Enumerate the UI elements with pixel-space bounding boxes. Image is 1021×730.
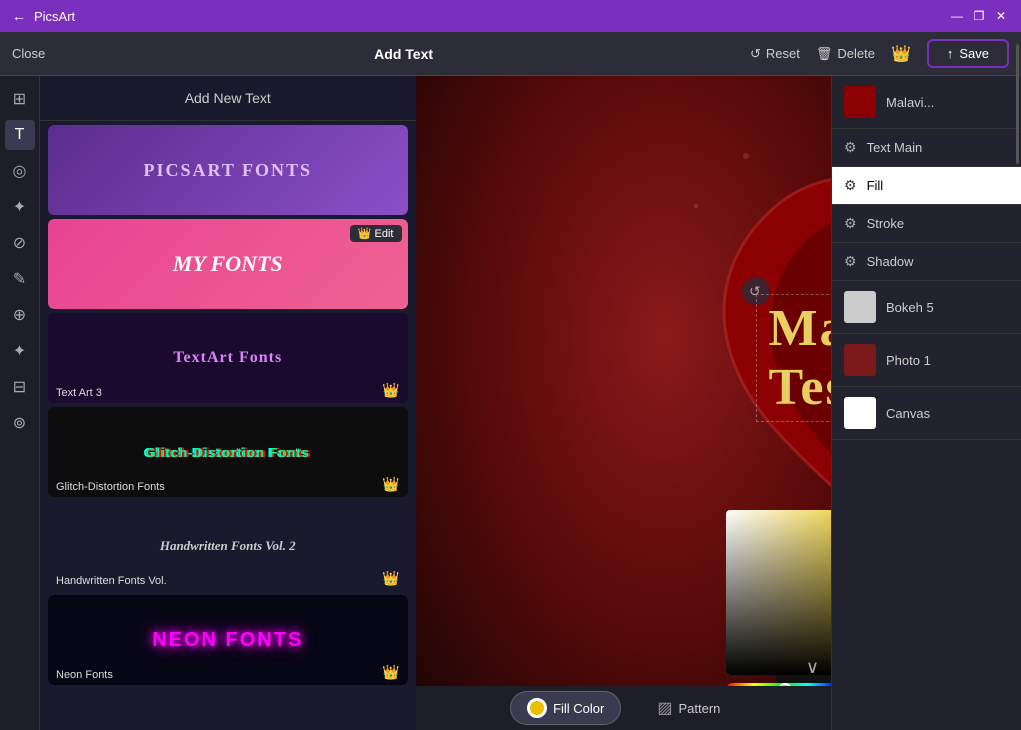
- trash-icon: 🗑: [816, 46, 833, 62]
- layer-stroke[interactable]: ⚙ Stroke: [832, 205, 1021, 243]
- layer-fill[interactable]: ⚙ Fill: [832, 167, 1021, 205]
- toolbar-close-button[interactable]: Close: [12, 46, 45, 61]
- crown-small-icon: 👑: [358, 227, 372, 240]
- right-sidebar: Malavi... ⚙ Text Main ⚙ Fill ⚙ Stroke ⚙ …: [831, 76, 1021, 730]
- app-name: PicsArt: [34, 9, 75, 24]
- canvas-bottom-bar: Fill Color ▨ Pattern: [416, 686, 832, 730]
- layer-thumb-canvas: [844, 397, 876, 429]
- font-crown-neon: 👑: [382, 664, 399, 681]
- font-item-handwritten[interactable]: Handwritten Fonts Vol. 2 Handwritten Fon…: [48, 501, 408, 591]
- layer-name-bokeh5: Bokeh 5: [886, 300, 934, 315]
- add-new-text-button[interactable]: Add New Text: [40, 76, 416, 121]
- font-label-handwritten: Handwritten Fonts Vol.: [56, 575, 167, 587]
- edit-myfonts-button[interactable]: 👑 Edit: [350, 225, 402, 242]
- font-crown-handwritten: 👑: [382, 570, 399, 587]
- scroll-down-icon[interactable]: ∨: [806, 657, 819, 678]
- font-list: PICSART FONTS MY FONTS 👑 Edit: [40, 121, 416, 730]
- font-item-neon[interactable]: NEON FONTS Neon Fonts 👑: [48, 595, 408, 685]
- reset-button[interactable]: ↺ Reset: [750, 46, 800, 62]
- toolbar-title: Add Text: [73, 46, 734, 62]
- layer-name-malavi: Malavi...: [886, 95, 934, 110]
- layer-shadow[interactable]: ⚙ Shadow: [832, 243, 1021, 281]
- pattern-icon: ▨: [657, 698, 672, 718]
- titlebar: ← PicsArt — ❐ ✕: [0, 0, 1021, 32]
- layer-photo1[interactable]: Photo 1: [832, 334, 1021, 387]
- main-content: ⊞ T ◎ ✦ ⊘ ✎ ⊕ ✦ ⊟ ⊚ Add New Text PICSART…: [0, 76, 1021, 730]
- layer-name-text-main: Text Main: [867, 140, 923, 155]
- sidebar-icons: ⊞ T ◎ ✦ ⊘ ✎ ⊕ ✦ ⊟ ⊚: [0, 76, 40, 730]
- titlebar-left: ← PicsArt: [12, 8, 75, 24]
- close-button[interactable]: ✕: [993, 8, 1009, 24]
- share-icon: ↑: [947, 46, 954, 61]
- sidebar-icon-sparkle[interactable]: ✦: [5, 192, 35, 222]
- maximize-button[interactable]: ❐: [971, 8, 987, 24]
- layer-name-stroke: Stroke: [867, 216, 905, 231]
- layer-name-photo1: Photo 1: [886, 353, 931, 368]
- pattern-tab[interactable]: ▨ Pattern: [641, 692, 736, 724]
- sidebar-icon-plus[interactable]: ⊕: [5, 300, 35, 330]
- layer-thumb-bokeh5: [844, 291, 876, 323]
- font-label-neon: Neon Fonts: [56, 669, 113, 681]
- font-label-glitch: Glitch-Distortion Fonts: [56, 481, 165, 493]
- sidebar-icon-adjust[interactable]: ⊟: [5, 372, 35, 402]
- right-scrollbar[interactable]: [1016, 44, 1019, 164]
- crown-icon[interactable]: 👑: [891, 44, 911, 64]
- layer-canvas[interactable]: Canvas: [832, 387, 1021, 440]
- titlebar-controls: — ❐ ✕: [949, 8, 1009, 24]
- sidebar-icon-wand[interactable]: ✦: [5, 336, 35, 366]
- gear-icon-shadow: ⚙: [844, 253, 857, 270]
- font-label-textart3: Text Art 3: [56, 387, 102, 399]
- gradient-square[interactable]: [726, 510, 832, 675]
- gear-icon-stroke: ⚙: [844, 215, 857, 232]
- sidebar-icon-slash[interactable]: ⊘: [5, 228, 35, 258]
- sidebar-icon-effects[interactable]: ⊚: [5, 408, 35, 438]
- save-button[interactable]: ↑ Save: [927, 39, 1009, 68]
- layer-bokeh5[interactable]: Bokeh 5: [832, 281, 1021, 334]
- font-item-glitch[interactable]: Glitch-Distortion Fonts Glitch-Distortio…: [48, 407, 408, 497]
- layer-text-main[interactable]: ⚙ Text Main: [832, 129, 1021, 167]
- canvas-area[interactable]: ↺ ↻ ⤢ Malavida Test: [416, 76, 832, 730]
- font-item-myfonts[interactable]: MY FONTS 👑 Edit: [48, 219, 408, 309]
- color-picker-panel: [726, 510, 832, 675]
- fonts-panel: Add New Text PICSART FONTS MY FONTS 👑 Ed…: [40, 76, 416, 730]
- font-crown-textart3: 👑: [382, 382, 399, 399]
- gear-icon-fill: ⚙: [844, 177, 857, 194]
- canvas-background: ↺ ↻ ⤢ Malavida Test: [416, 76, 832, 730]
- canvas-text: Malavida Test: [769, 300, 832, 416]
- fill-color-tab[interactable]: Fill Color: [510, 691, 621, 725]
- toolbar: Close Add Text ↺ Reset 🗑 Delete 👑 ↑ Save: [0, 32, 1021, 76]
- sidebar-icon-text[interactable]: T: [5, 120, 35, 150]
- left-sidebar-container: ⊞ T ◎ ✦ ⊘ ✎ ⊕ ✦ ⊟ ⊚ Add New Text PICSART…: [0, 76, 416, 730]
- layer-name-shadow: Shadow: [867, 254, 914, 269]
- font-item-textart3[interactable]: TextArt Fonts Text Art 3 👑: [48, 313, 408, 403]
- minimize-button[interactable]: —: [949, 8, 965, 24]
- sidebar-icon-pen[interactable]: ✎: [5, 264, 35, 294]
- reset-icon: ↺: [750, 46, 761, 62]
- layer-name-fill: Fill: [867, 178, 884, 193]
- font-item-picsart[interactable]: PICSART FONTS: [48, 125, 408, 215]
- fill-color-circle: [527, 698, 547, 718]
- delete-button[interactable]: 🗑 Delete: [816, 46, 875, 62]
- layer-thumb-malavi: [844, 86, 876, 118]
- layer-thumb-photo1: [844, 344, 876, 376]
- layer-name-canvas: Canvas: [886, 406, 930, 421]
- text-selection-box[interactable]: Malavida Test: [756, 294, 832, 422]
- back-icon[interactable]: ←: [12, 8, 26, 24]
- gear-icon-text-main: ⚙: [844, 139, 857, 156]
- sidebar-icon-grid[interactable]: ⊞: [5, 84, 35, 114]
- sidebar-icon-circle[interactable]: ◎: [5, 156, 35, 186]
- layer-malavi[interactable]: Malavi...: [832, 76, 1021, 129]
- font-crown-glitch: 👑: [382, 476, 399, 493]
